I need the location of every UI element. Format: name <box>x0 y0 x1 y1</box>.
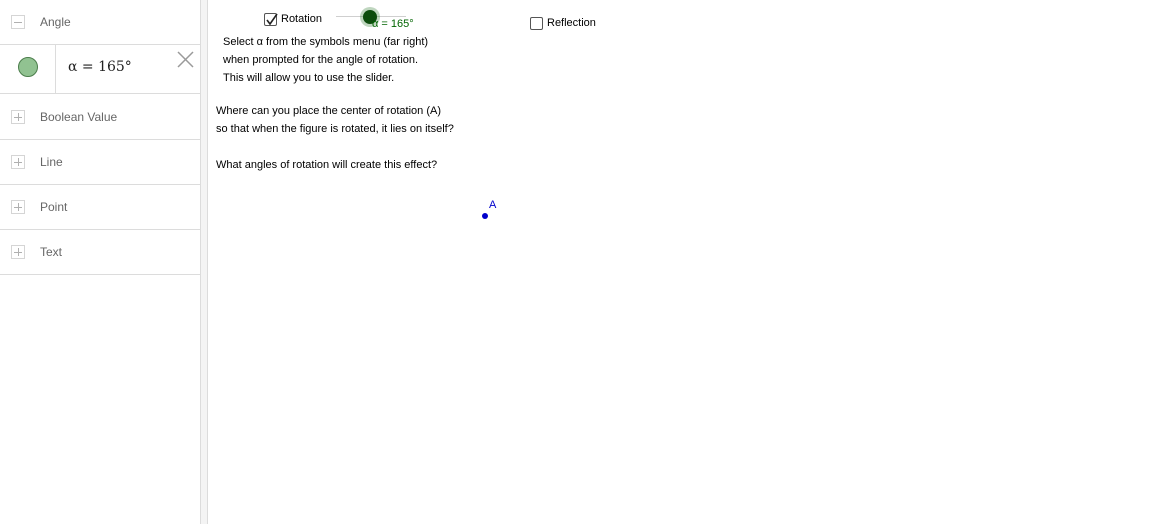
rotation-label[interactable]: Rotation <box>281 13 322 25</box>
point-a-label[interactable]: A <box>489 199 496 211</box>
category-label: Line <box>40 155 63 169</box>
question-line-2: so that when the figure is rotated, it l… <box>216 123 454 135</box>
reflection-label[interactable]: Reflection <box>547 17 596 29</box>
instruction-line-2: when prompted for the angle of rotation. <box>223 54 419 66</box>
reflection-checkbox[interactable] <box>530 17 543 30</box>
expand-icon[interactable] <box>11 110 25 124</box>
algebra-formula[interactable]: α = 165° <box>68 59 132 75</box>
rotation-checkbox[interactable] <box>264 13 278 26</box>
view-divider[interactable] <box>201 0 208 524</box>
expand-icon[interactable] <box>11 155 25 169</box>
category-text[interactable]: Text <box>0 230 200 275</box>
expand-icon[interactable] <box>11 245 25 259</box>
algebra-view: Angle α = 165° Boolean Value Line Point … <box>0 0 201 524</box>
visibility-toggle[interactable] <box>0 45 56 93</box>
graphics-view[interactable]: Rotation α = 165° Reflection Select α fr… <box>208 0 1152 524</box>
visibility-marble-icon[interactable] <box>18 57 38 77</box>
question-line-1: Where can you place the center of rotati… <box>216 105 442 117</box>
algebra-item-alpha[interactable]: α = 165° <box>0 45 200 94</box>
point-a[interactable] <box>482 213 488 219</box>
instruction-line-1: Select α from the symbols menu (far righ… <box>223 36 429 48</box>
instruction-line-3: This will allow you to use the slider. <box>223 72 395 84</box>
category-label: Point <box>40 200 68 214</box>
collapse-icon[interactable] <box>11 15 25 29</box>
category-boolean-value[interactable]: Boolean Value <box>0 95 200 140</box>
expand-icon[interactable] <box>11 200 25 214</box>
category-line[interactable]: Line <box>0 140 200 185</box>
category-angle[interactable]: Angle <box>0 0 200 45</box>
alpha-slider-label: α = 165° <box>372 18 414 30</box>
close-icon[interactable] <box>177 51 194 68</box>
question-angles: What angles of rotation will create this… <box>216 159 438 171</box>
category-point[interactable]: Point <box>0 185 200 230</box>
category-label: Text <box>40 245 63 259</box>
category-label: Boolean Value <box>40 110 118 124</box>
checkmark-icon <box>266 13 278 26</box>
category-label: Angle <box>40 15 71 29</box>
